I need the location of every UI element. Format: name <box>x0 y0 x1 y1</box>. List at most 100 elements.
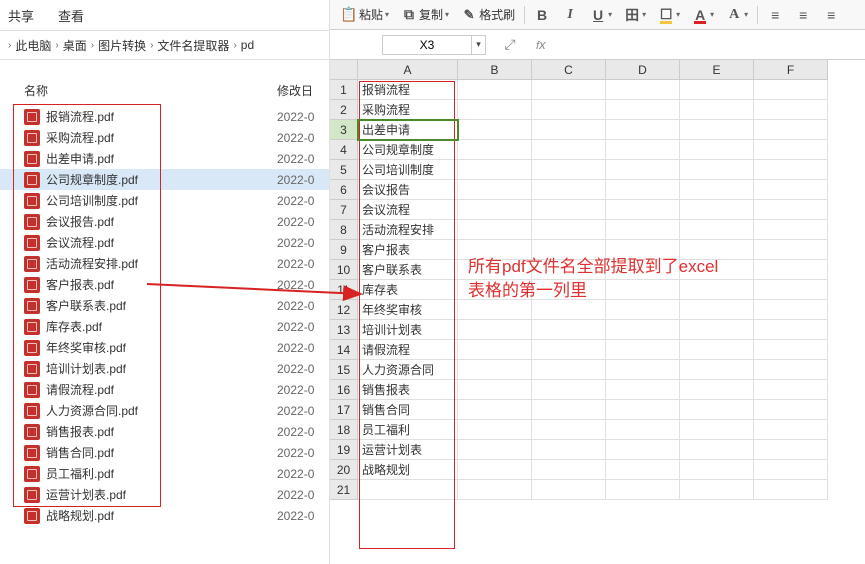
cell[interactable] <box>606 100 680 120</box>
cell[interactable] <box>606 380 680 400</box>
name-box[interactable]: X3 <box>382 35 472 55</box>
cell-a16[interactable]: 销售报表 <box>358 380 458 400</box>
paste-button[interactable]: 📋 粘贴 ▾ <box>336 3 394 26</box>
fx-label[interactable]: fx <box>536 37 546 52</box>
cell[interactable] <box>606 200 680 220</box>
row-header[interactable]: 19 <box>330 440 358 460</box>
cell[interactable] <box>458 420 532 440</box>
cell[interactable] <box>680 420 754 440</box>
cell-a13[interactable]: 培训计划表 <box>358 320 458 340</box>
underline-button[interactable]: U▾ <box>585 4 617 26</box>
cell[interactable] <box>458 360 532 380</box>
font-color-button[interactable]: A▾ <box>687 4 719 26</box>
cell[interactable] <box>754 460 828 480</box>
cell-a15[interactable]: 人力资源合同 <box>358 360 458 380</box>
column-header-c[interactable]: C <box>532 60 606 80</box>
file-row[interactable]: 会议流程.pdf2022-0 <box>0 232 329 253</box>
cell[interactable] <box>532 340 606 360</box>
cell[interactable] <box>532 480 606 500</box>
cell[interactable] <box>680 400 754 420</box>
cell[interactable] <box>754 360 828 380</box>
file-row[interactable]: 员工福利.pdf2022-0 <box>0 463 329 484</box>
cell[interactable] <box>606 460 680 480</box>
cell[interactable] <box>458 160 532 180</box>
cell-a3[interactable]: 出差申请 <box>358 120 458 140</box>
cell[interactable] <box>458 80 532 100</box>
cell[interactable] <box>754 100 828 120</box>
column-header-a[interactable]: A <box>358 60 458 80</box>
row-header[interactable]: 20 <box>330 460 358 480</box>
cell[interactable] <box>680 100 754 120</box>
cell[interactable] <box>458 460 532 480</box>
cell[interactable] <box>680 440 754 460</box>
cell[interactable] <box>458 200 532 220</box>
cell-a18[interactable]: 员工福利 <box>358 420 458 440</box>
cell[interactable] <box>680 200 754 220</box>
row-header[interactable]: 2 <box>330 100 358 120</box>
select-all-corner[interactable] <box>330 60 358 80</box>
cell[interactable] <box>458 340 532 360</box>
cell[interactable] <box>606 80 680 100</box>
expand-button[interactable]: ⤢ <box>498 33 522 57</box>
cell[interactable] <box>680 140 754 160</box>
cell-a7[interactable]: 会议流程 <box>358 200 458 220</box>
align-center-button[interactable]: ≡ <box>790 4 816 26</box>
font-effect-button[interactable]: A▾ <box>721 4 753 26</box>
cell-a21[interactable] <box>358 480 458 500</box>
cell[interactable] <box>458 140 532 160</box>
cell-a10[interactable]: 客户联系表 <box>358 260 458 280</box>
cell[interactable] <box>754 440 828 460</box>
cell[interactable] <box>606 340 680 360</box>
cell[interactable] <box>754 400 828 420</box>
row-header[interactable]: 9 <box>330 240 358 260</box>
align-right-button[interactable]: ≡ <box>818 4 844 26</box>
cell-a8[interactable]: 活动流程安排 <box>358 220 458 240</box>
row-header[interactable]: 10 <box>330 260 358 280</box>
cell[interactable] <box>532 380 606 400</box>
row-header[interactable]: 17 <box>330 400 358 420</box>
cell[interactable] <box>754 300 828 320</box>
cell[interactable] <box>606 440 680 460</box>
cell[interactable] <box>754 260 828 280</box>
file-row[interactable]: 公司规章制度.pdf2022-0 <box>0 169 329 190</box>
cell[interactable] <box>606 480 680 500</box>
cell[interactable] <box>532 440 606 460</box>
cell[interactable] <box>532 80 606 100</box>
cell[interactable] <box>458 180 532 200</box>
file-row[interactable]: 采购流程.pdf2022-0 <box>0 127 329 148</box>
cell[interactable] <box>754 140 828 160</box>
column-header-e[interactable]: E <box>680 60 754 80</box>
cell[interactable] <box>754 220 828 240</box>
file-row[interactable]: 出差申请.pdf2022-0 <box>0 148 329 169</box>
cell[interactable] <box>458 300 532 320</box>
cell[interactable] <box>754 180 828 200</box>
cell[interactable] <box>458 440 532 460</box>
cell-a14[interactable]: 请假流程 <box>358 340 458 360</box>
file-row[interactable]: 活动流程安排.pdf2022-0 <box>0 253 329 274</box>
cell[interactable] <box>680 180 754 200</box>
cell[interactable] <box>458 120 532 140</box>
cell-a6[interactable]: 会议报告 <box>358 180 458 200</box>
row-header[interactable]: 21 <box>330 480 358 500</box>
column-header-f[interactable]: F <box>754 60 828 80</box>
file-row[interactable]: 请假流程.pdf2022-0 <box>0 379 329 400</box>
cell[interactable] <box>754 200 828 220</box>
column-name[interactable]: 名称 <box>8 82 277 99</box>
cell[interactable] <box>532 460 606 480</box>
border-button[interactable]: 田▾ <box>619 4 651 26</box>
cell[interactable] <box>532 140 606 160</box>
row-header[interactable]: 13 <box>330 320 358 340</box>
cell[interactable] <box>754 160 828 180</box>
cell[interactable] <box>458 220 532 240</box>
cell[interactable] <box>458 100 532 120</box>
cell-a11[interactable]: 库存表 <box>358 280 458 300</box>
cell[interactable] <box>754 240 828 260</box>
row-header[interactable]: 8 <box>330 220 358 240</box>
column-header-d[interactable]: D <box>606 60 680 80</box>
cell[interactable] <box>458 400 532 420</box>
file-row[interactable]: 销售报表.pdf2022-0 <box>0 421 329 442</box>
breadcrumb-item[interactable]: 桌面 <box>63 37 87 54</box>
row-header[interactable]: 4 <box>330 140 358 160</box>
cell[interactable] <box>532 300 606 320</box>
column-date[interactable]: 修改日 <box>277 82 321 99</box>
